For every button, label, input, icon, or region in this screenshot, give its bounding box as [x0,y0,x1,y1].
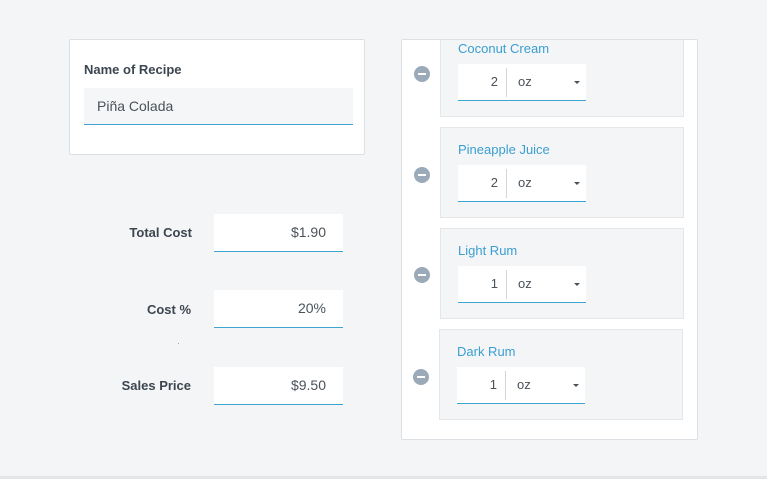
recipe-name-card: Name of Recipe Piña Colada [69,39,365,155]
ingredients-panel[interactable]: Coconut Cream 2 oz Pineapple Juice 2 oz … [401,39,698,440]
unit-select[interactable]: oz [518,165,532,201]
quantity-field[interactable]: 1 oz [457,367,585,404]
caret-down-icon[interactable] [573,384,579,387]
sales-price-field[interactable]: $9.50 [214,367,343,405]
caret-down-icon[interactable] [574,283,580,286]
ingredient-card: Pineapple Juice 2 oz [440,127,684,218]
unit-select[interactable]: oz [517,367,531,403]
ingredient-name: Light Rum [458,243,518,258]
quantity-divider [506,68,507,97]
unit-select[interactable]: oz [518,266,532,302]
ingredient-card: Coconut Cream 2 oz [440,40,684,117]
cost-percent-label: Cost % [146,302,191,317]
quantity-value[interactable]: 2 [458,165,498,201]
remove-ingredient-minus-circle-icon[interactable] [414,167,430,183]
remove-ingredient-minus-circle-icon[interactable] [414,267,430,283]
remove-ingredient-minus-circle-icon[interactable] [414,66,430,82]
remove-ingredient-minus-circle-icon[interactable] [413,369,429,385]
quantity-field[interactable]: 2 oz [458,165,586,202]
caret-down-icon[interactable] [574,182,580,185]
ingredient-card: Light Rum 1 oz [440,228,684,319]
quantity-divider [506,270,507,299]
quantity-value[interactable]: 2 [458,64,498,100]
decorative-dot [178,343,179,344]
total-cost-label: Total Cost [129,225,192,240]
quantity-divider [506,169,507,198]
recipe-name-label: Name of Recipe [84,62,182,77]
cost-percent-field[interactable]: 20% [214,290,343,328]
total-cost-field[interactable]: $1.90 [214,214,343,252]
ingredient-name: Pineapple Juice [458,142,550,157]
ingredient-card: Dark Rum 1 oz [439,329,683,420]
ingredient-name: Dark Rum [457,344,516,359]
sales-price-label: Sales Price [121,378,191,393]
quantity-field[interactable]: 1 oz [458,266,586,303]
unit-select[interactable]: oz [518,64,532,100]
quantity-field[interactable]: 2 oz [458,64,586,101]
quantity-divider [505,371,506,400]
quantity-value[interactable]: 1 [458,266,498,302]
ingredient-name: Coconut Cream [458,41,550,56]
recipe-name-input[interactable]: Piña Colada [84,88,353,125]
quantity-value[interactable]: 1 [457,367,497,403]
caret-down-icon[interactable] [574,81,580,84]
